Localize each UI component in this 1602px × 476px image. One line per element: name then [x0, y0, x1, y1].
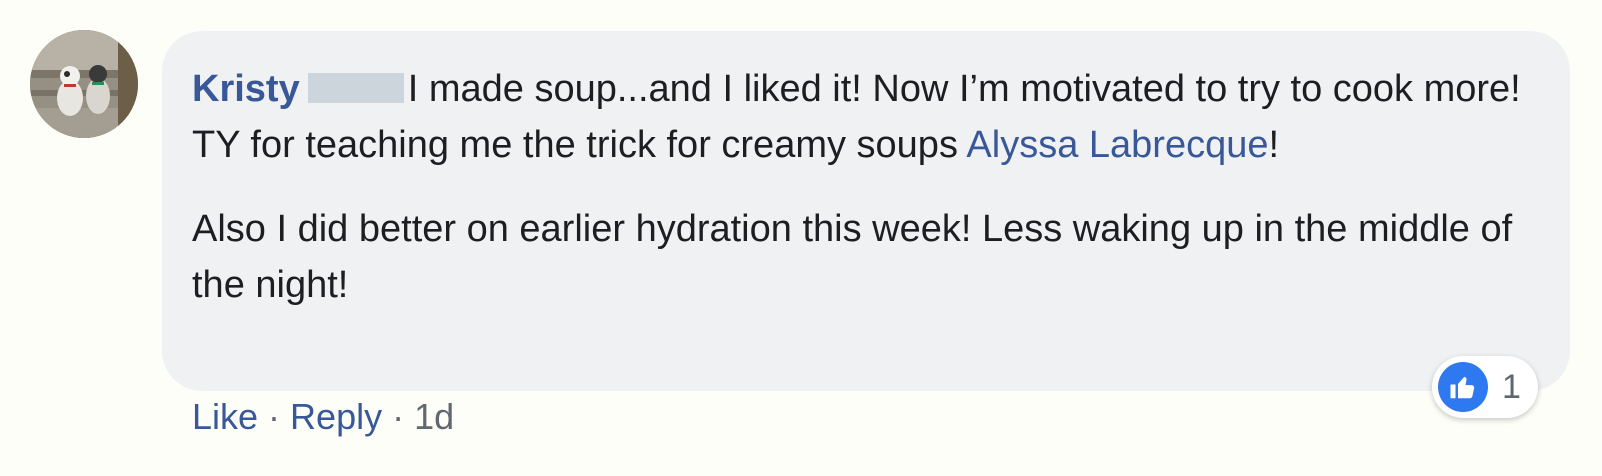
separator: ·	[392, 396, 405, 437]
reaction-count: 1	[1502, 367, 1521, 406]
thumbs-up-icon	[1438, 362, 1488, 412]
avatar[interactable]	[30, 30, 138, 138]
comment-text-1-end: !	[1268, 124, 1280, 166]
separator: ·	[268, 396, 281, 437]
comment-author[interactable]: Kristy	[192, 68, 300, 110]
mention-link[interactable]: Alyssa Labrecque	[966, 124, 1268, 166]
avatar-photo	[30, 30, 138, 138]
reaction-summary[interactable]: 1	[1432, 356, 1538, 418]
comment-bubble: Kristy I made soup...and I liked it! Now …	[162, 31, 1570, 391]
comment-paragraph-1: Kristy I made soup...and I liked it! Now …	[192, 61, 1530, 173]
redacted-surname	[307, 73, 404, 103]
like-link[interactable]: Like	[192, 396, 258, 437]
timestamp[interactable]: 1d	[414, 396, 454, 437]
reply-link[interactable]: Reply	[290, 396, 382, 437]
comment-actions: Like · Reply · 1d	[192, 395, 454, 439]
comment-paragraph-2: Also I did better on earlier hydration t…	[192, 208, 1513, 306]
